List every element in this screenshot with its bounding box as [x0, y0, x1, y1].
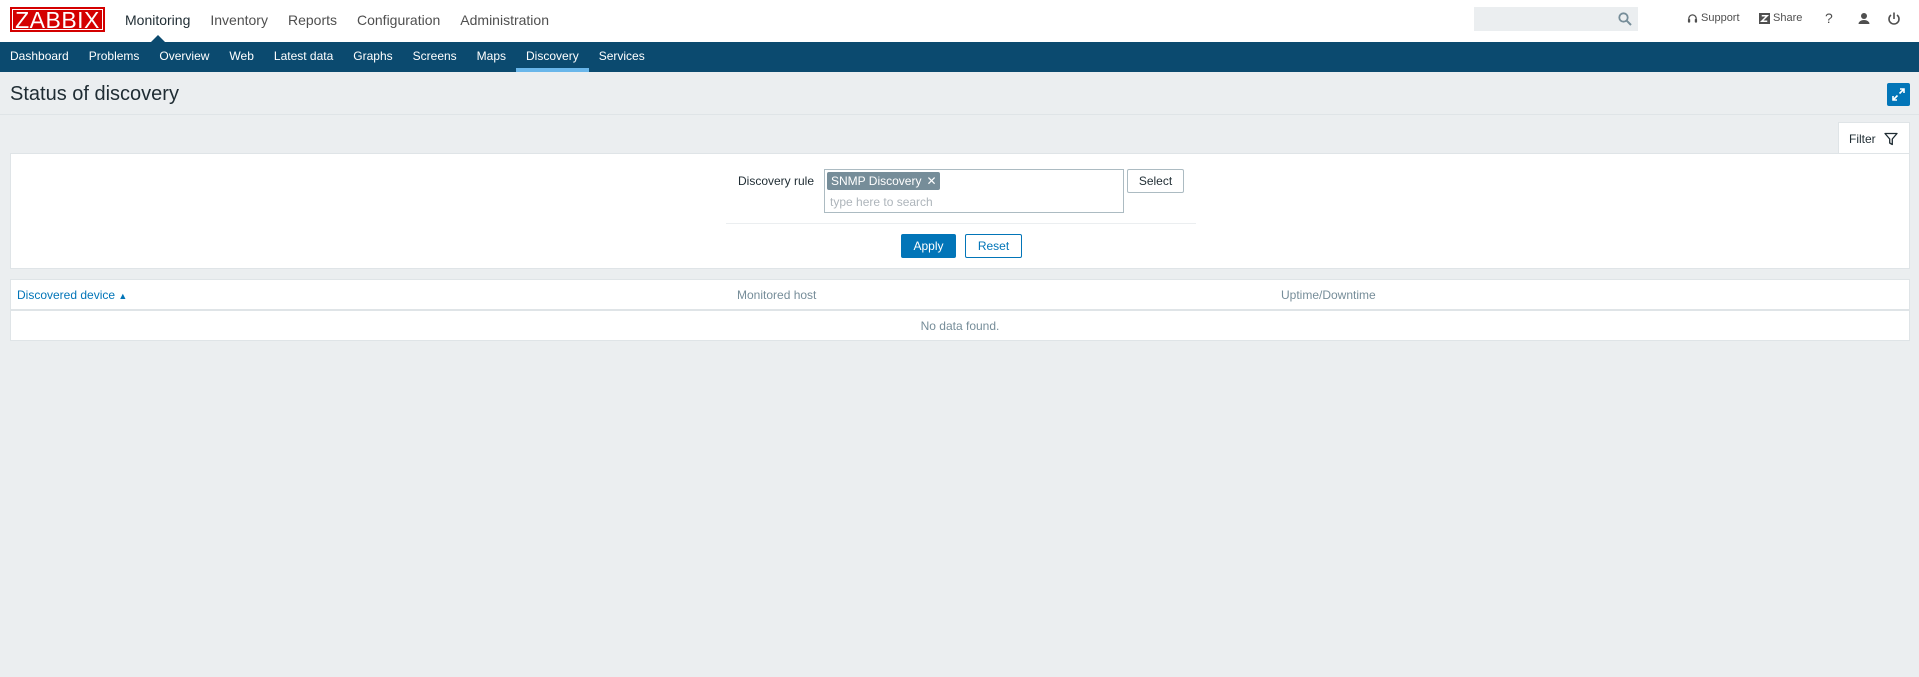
rule-search-input[interactable] — [830, 194, 1110, 210]
help-link[interactable]: ? — [1825, 10, 1833, 26]
header-divider — [0, 114, 1919, 115]
select-button[interactable]: Select — [1127, 169, 1184, 193]
share-label: Share — [1773, 12, 1803, 24]
share-link[interactable]: Share — [1759, 12, 1802, 24]
sort-asc-icon: ▲ — [118, 291, 128, 301]
column-uptime-downtime: Uptime/Downtime — [1281, 288, 1376, 302]
support-link[interactable]: Support — [1687, 12, 1740, 24]
page-title: Status of discovery — [10, 83, 179, 105]
expand-icon — [1892, 88, 1905, 101]
filter-separator — [726, 223, 1196, 224]
headset-icon — [1687, 13, 1698, 23]
main-nav-configuration[interactable]: Configuration — [347, 0, 450, 42]
zabbix-logo[interactable]: ZABBIX — [10, 7, 105, 33]
sub-nav-web[interactable]: Web — [219, 42, 263, 72]
top-header: ZABBIX Monitoring Inventory Reports Conf… — [0, 0, 1919, 42]
search-icon[interactable] — [1617, 11, 1633, 27]
column-discovered-device-label: Discovered device — [17, 288, 116, 302]
sign-out-icon[interactable] — [1886, 11, 1902, 27]
reset-button[interactable]: Reset — [965, 234, 1022, 258]
column-discovered-device[interactable]: Discovered device ▲ — [17, 288, 127, 302]
main-nav: Monitoring Inventory Reports Configurati… — [115, 0, 559, 42]
sub-nav-overview[interactable]: Overview — [149, 42, 219, 72]
column-monitored-host: Monitored host — [737, 288, 817, 302]
sub-nav-discovery[interactable]: Discovery — [516, 42, 589, 72]
main-nav-reports[interactable]: Reports — [278, 0, 347, 42]
sub-nav-dashboard[interactable]: Dashboard — [0, 42, 79, 72]
sub-nav-screens[interactable]: Screens — [403, 42, 467, 72]
sub-nav-latest-data[interactable]: Latest data — [264, 42, 343, 72]
sub-nav-graphs[interactable]: Graphs — [343, 42, 402, 72]
remove-chip-icon[interactable]: ✕ — [926, 172, 936, 190]
discovery-rule-label: Discovery rule — [738, 174, 815, 188]
discovery-table: Discovered device ▲ Monitored host Uptim… — [10, 279, 1910, 341]
sub-nav-maps[interactable]: Maps — [467, 42, 516, 72]
discovery-rule-multiselect[interactable]: SNMP Discovery ✕ — [824, 169, 1124, 213]
sub-nav: Dashboard Problems Overview Web Latest d… — [0, 42, 1919, 72]
filter-tab-label: Filter — [1849, 132, 1876, 146]
selected-rule-label: SNMP Discovery — [831, 174, 922, 188]
help-icon: ? — [1825, 10, 1833, 26]
filter-tab[interactable]: Filter — [1838, 122, 1910, 155]
no-data-message: No data found. — [920, 319, 1000, 333]
share-z-icon — [1759, 12, 1770, 24]
selected-rule-chip: SNMP Discovery ✕ — [827, 172, 940, 190]
support-label: Support — [1701, 12, 1740, 24]
filter-icon — [1884, 132, 1898, 146]
fullscreen-button[interactable] — [1887, 83, 1910, 106]
sub-nav-services[interactable]: Services — [589, 42, 655, 72]
main-nav-inventory[interactable]: Inventory — [200, 0, 278, 42]
sub-nav-problems[interactable]: Problems — [79, 42, 150, 72]
apply-button[interactable]: Apply — [901, 234, 956, 258]
main-nav-administration[interactable]: Administration — [450, 0, 559, 42]
filter-panel: Discovery rule SNMP Discovery ✕ Select A… — [10, 153, 1910, 269]
user-profile-icon[interactable] — [1856, 11, 1872, 27]
main-nav-monitoring[interactable]: Monitoring — [115, 0, 200, 42]
global-search-input[interactable] — [1474, 7, 1638, 31]
table-header-divider — [11, 309, 1909, 311]
